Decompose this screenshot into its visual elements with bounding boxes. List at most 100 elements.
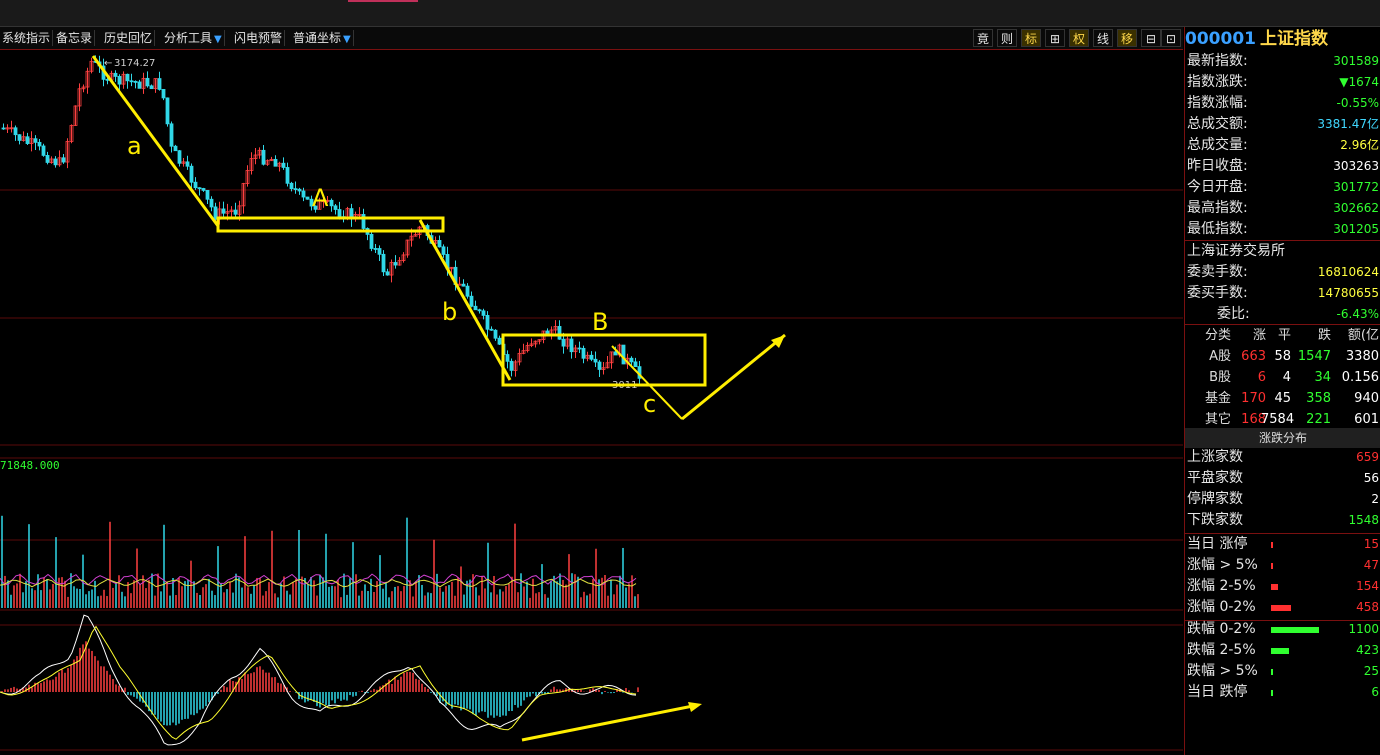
dist-down-0: 跌幅 0-2% 1100 — [1187, 619, 1380, 640]
distribution-bar — [1271, 605, 1292, 611]
quote-row-label: 指数涨幅: — [1187, 95, 1248, 111]
candle-body — [189, 165, 194, 183]
dropdown-arrow-icon[interactable]: ▼ — [214, 34, 222, 45]
toolbar-btn-ze[interactable]: 则 — [997, 29, 1017, 47]
order-row-label: 委买手数: — [1187, 285, 1248, 301]
candle-body — [293, 188, 298, 191]
candle-body — [133, 80, 138, 83]
maximize-panel-icon[interactable]: ⊡ — [1161, 29, 1181, 47]
candle-body — [1, 127, 6, 130]
table-cell: 平 — [1277, 328, 1291, 343]
candle-body — [281, 162, 286, 168]
toolbar-btn-jing[interactable]: 竟 — [973, 29, 993, 47]
order-row-label: 委卖手数: — [1187, 264, 1248, 280]
toolbar-flash-alert[interactable]: 闪电预警 — [232, 30, 286, 46]
grid-icon[interactable]: ⊞ — [1045, 29, 1065, 47]
table-header: 分类涨平跌额(亿 — [1185, 325, 1380, 346]
dist-down-value: 6 — [1371, 685, 1379, 699]
toolbar-btn-yi[interactable]: 移 — [1117, 29, 1137, 47]
quote-row-label: 最低指数: — [1187, 221, 1248, 237]
dist-down-1: 跌幅 2-5% 423 — [1187, 640, 1380, 661]
dist-count-label: 下跌家数 — [1187, 512, 1243, 528]
wave-B-box — [501, 333, 707, 387]
candle-body — [233, 209, 238, 215]
dist-up-label: 涨幅 0-2% — [1187, 599, 1256, 615]
distribution-bar — [1271, 563, 1273, 569]
wave-label-c: c — [643, 390, 656, 418]
table-row: 基金 170 45 358 940 — [1185, 388, 1380, 409]
toolbar-history[interactable]: 历史回忆 — [102, 30, 156, 46]
toolbar-btn-xian[interactable]: 线 — [1093, 29, 1113, 47]
candle-body — [137, 81, 142, 89]
candle-body — [493, 329, 498, 339]
table-cell: 其它 — [1204, 412, 1231, 427]
quote-row-label: 指数涨跌: — [1187, 74, 1248, 90]
toolbar-analysis-label: 分析工具 — [164, 31, 213, 45]
distribution-bar — [1271, 584, 1278, 590]
candle-body — [477, 309, 482, 312]
dist-up-0: 当日 涨停 15 — [1187, 534, 1380, 555]
order-row-value: 16810624 — [1317, 265, 1379, 279]
candle-body — [17, 134, 22, 141]
dist-count-0: 上涨家数 659 — [1187, 447, 1380, 468]
candle-body — [581, 347, 586, 359]
chart-toolbar: 系统指示 备忘录 历史回忆 分析工具 ▼ 闪电预警 普通坐标 ▼ 竟 则 标 ⊞ 权… — [0, 27, 1183, 50]
candle-body — [461, 283, 466, 287]
dropdown-arrow-icon[interactable]: ▼ — [343, 34, 351, 45]
candle-body — [561, 338, 566, 347]
candle-body — [457, 283, 462, 286]
order-row-2: 委比: -6.43% — [1187, 304, 1380, 325]
quote-row-value: 301205 — [1333, 222, 1379, 236]
volume-value-label: 71848.000 — [0, 459, 60, 472]
candle-body — [385, 271, 390, 276]
window-top-strip — [0, 0, 1380, 27]
toolbar-btn-quan[interactable]: 权 — [1069, 29, 1089, 47]
candle-body — [157, 78, 162, 90]
table-cell: 221 — [1306, 412, 1331, 427]
candle-body — [629, 357, 634, 363]
toolbar-btn-biao[interactable]: 标 — [1021, 29, 1041, 47]
candle-body — [145, 77, 150, 87]
dist-count-2: 停牌家数 2 — [1187, 489, 1380, 510]
quote-row-value: 302662 — [1333, 201, 1379, 215]
candle-body — [497, 337, 502, 345]
distribution-bar — [1271, 542, 1273, 548]
candle-body — [221, 208, 226, 214]
candle-body — [161, 89, 166, 99]
candle-body — [273, 158, 278, 167]
dist-up-2: 涨幅 2-5% 154 — [1187, 576, 1380, 597]
candle-body — [597, 361, 602, 370]
candle-body — [113, 72, 118, 77]
toolbar-system-indicator[interactable]: 系统指示 — [0, 30, 54, 46]
dist-up-value: 47 — [1363, 558, 1379, 572]
quote-row-4: 总成交量: 2.96亿 — [1187, 135, 1380, 156]
wave-label-a: a — [127, 132, 142, 160]
candle-body — [369, 233, 374, 249]
candle-body — [201, 188, 206, 191]
dist-down-label: 跌幅 0-2% — [1187, 621, 1256, 637]
order-row-label: 委比: — [1217, 306, 1250, 322]
candle-body — [45, 155, 50, 163]
exchange-label: 上海证券交易所 — [1187, 241, 1380, 262]
distribution-bar — [1271, 690, 1273, 696]
candle-body — [41, 145, 46, 156]
candle-body — [13, 127, 18, 136]
distribution-bar — [1271, 648, 1290, 654]
toolbar-memo[interactable]: 备忘录 — [54, 30, 96, 46]
order-row-1: 委买手数: 14780655 — [1187, 283, 1380, 304]
minimize-panel-icon[interactable]: ⊟ — [1141, 29, 1161, 47]
candle-body — [205, 189, 210, 200]
toolbar-analysis-tools[interactable]: 分析工具 ▼ — [162, 30, 225, 46]
candle-body — [557, 326, 562, 340]
chart-grid — [0, 189, 1183, 751]
table-cell: 34 — [1314, 370, 1331, 385]
order-row-value: -6.43% — [1336, 307, 1379, 321]
table-cell: 7584 — [1261, 412, 1295, 427]
kline-chart-area[interactable]: ← 3174.27 3011 71848.000 a A b B c — [0, 50, 1183, 755]
wave-label-b: b — [442, 298, 457, 326]
macd-histogram — [0, 614, 639, 746]
toolbar-coordinate[interactable]: 普通坐标 ▼ — [291, 30, 354, 46]
wave-b-line — [418, 219, 512, 381]
candle-body — [193, 181, 198, 189]
quote-row-6: 今日开盘: 301772 — [1187, 177, 1380, 198]
